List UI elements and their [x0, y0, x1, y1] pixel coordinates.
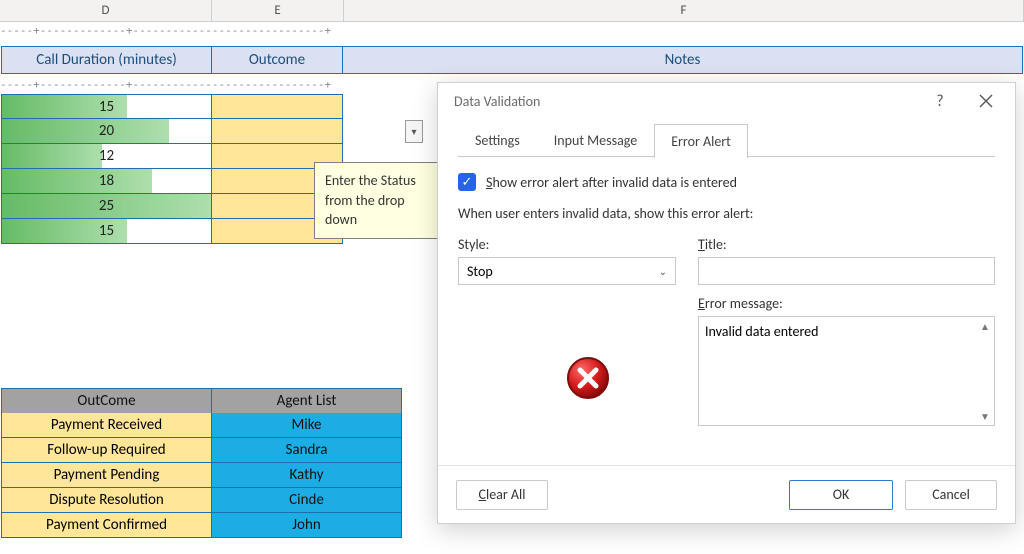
col-header-F[interactable]: F — [344, 0, 1024, 22]
style-value: Stop — [467, 263, 493, 280]
data-bar — [2, 144, 102, 168]
duration-value: 18 — [99, 172, 114, 190]
header-outcome[interactable]: Outcome — [212, 46, 343, 74]
header-notes[interactable]: Notes — [343, 46, 1023, 74]
tab-input-message[interactable]: Input Message — [537, 123, 654, 157]
show-error-alert-checkbox[interactable]: ✓ — [458, 173, 476, 191]
data-bar — [2, 169, 152, 193]
data-validation-dialog: Data Validation ? Settings Input Message… — [437, 82, 1016, 524]
table-row: Follow-up Required Sandra — [1, 438, 402, 463]
header-row: Call Duration (minutes) Outcome Notes — [1, 46, 1023, 71]
lower-header-outcome[interactable]: OutCome — [1, 388, 212, 414]
col-header-D[interactable]: D — [0, 0, 212, 22]
stop-error-icon — [565, 355, 611, 405]
table-row: Dispute Resolution Cinde — [1, 488, 402, 513]
instruction-text: When user enters invalid data, show this… — [458, 205, 995, 222]
close-icon — [979, 94, 993, 108]
agent-name[interactable]: Kathy — [212, 463, 402, 488]
data-bar — [2, 119, 169, 143]
header-call-duration[interactable]: Call Duration (minutes) — [1, 46, 212, 74]
duration-cell[interactable]: 15 — [1, 94, 212, 119]
table-row: 15 — [1, 219, 343, 244]
ruler-mid: -----+-------------+--------------------… — [0, 78, 346, 91]
agent-name[interactable]: Sandra — [212, 438, 402, 463]
show-error-alert-label: Show error alert after invalid data is e… — [486, 174, 737, 191]
dialog-title: Data Validation — [454, 93, 540, 110]
dialog-titlebar[interactable]: Data Validation ? — [438, 83, 1015, 119]
duration-value: 25 — [99, 197, 114, 215]
table-row: Payment Received Mike — [1, 413, 402, 438]
scroll-down-icon[interactable]: ▼ — [977, 408, 993, 424]
dropdown-arrow-icon[interactable]: ▾ — [405, 120, 423, 143]
table-row: Payment Pending Kathy — [1, 463, 402, 488]
input-message-tooltip: Enter the Status from the drop down — [314, 162, 446, 239]
dialog-tabs: Settings Input Message Error Alert — [458, 123, 995, 157]
duration-value: 12 — [99, 147, 114, 165]
error-message-label: Error message: — [698, 295, 995, 312]
table-row: 25 — [1, 194, 343, 219]
duration-value: 20 — [99, 122, 114, 140]
duration-value: 15 — [99, 98, 114, 116]
table-row: Payment Confirmed John — [1, 513, 402, 538]
table-row: 15 — [1, 94, 343, 119]
ruler-top: -----+-------------+--------------------… — [0, 24, 346, 37]
tab-settings[interactable]: Settings — [458, 123, 537, 157]
duration-cell[interactable]: 20 — [1, 119, 212, 144]
scroll-up-icon[interactable]: ▲ — [977, 318, 993, 334]
table-row: 12 — [1, 144, 343, 169]
error-message-textarea[interactable]: Invalid data entered — [698, 316, 995, 426]
ok-button[interactable]: OK — [789, 480, 893, 510]
duration-cell[interactable]: 18 — [1, 169, 212, 194]
duration-cell[interactable]: 12 — [1, 144, 212, 169]
title-input[interactable] — [698, 257, 995, 285]
close-button[interactable] — [963, 85, 1009, 117]
agent-name[interactable]: Mike — [212, 413, 402, 438]
agent-name[interactable]: Cinde — [212, 488, 402, 513]
outcome-cell[interactable] — [212, 119, 343, 144]
style-label: Style: — [458, 236, 676, 253]
agent-name[interactable]: John — [212, 513, 402, 538]
duration-cell[interactable]: 25 — [1, 194, 212, 219]
column-headers: D E F — [0, 0, 1024, 22]
table-row: 18 — [1, 169, 343, 194]
duration-value: 15 — [99, 222, 114, 240]
chevron-down-icon: ⌄ — [659, 265, 667, 278]
lower-header-row: OutCome Agent List — [1, 388, 402, 413]
col-header-E[interactable]: E — [212, 0, 344, 22]
title-label: Title: — [698, 236, 995, 253]
table-row: 20 — [1, 119, 343, 144]
dialog-footer: Clear All OK Cancel — [438, 465, 1015, 523]
clear-all-button[interactable]: Clear All — [456, 480, 548, 510]
outcome-option[interactable]: Payment Received — [1, 413, 212, 438]
outcome-option[interactable]: Follow-up Required — [1, 438, 212, 463]
outcome-option[interactable]: Payment Confirmed — [1, 513, 212, 538]
tab-error-alert[interactable]: Error Alert — [654, 124, 748, 158]
outcome-cell[interactable] — [212, 94, 343, 119]
duration-cell[interactable]: 15 — [1, 219, 212, 244]
style-select[interactable]: Stop ⌄ — [458, 257, 676, 285]
cancel-button[interactable]: Cancel — [905, 480, 997, 510]
outcome-option[interactable]: Payment Pending — [1, 463, 212, 488]
help-button[interactable]: ? — [917, 85, 963, 117]
lower-header-agent[interactable]: Agent List — [212, 388, 402, 414]
outcome-option[interactable]: Dispute Resolution — [1, 488, 212, 513]
